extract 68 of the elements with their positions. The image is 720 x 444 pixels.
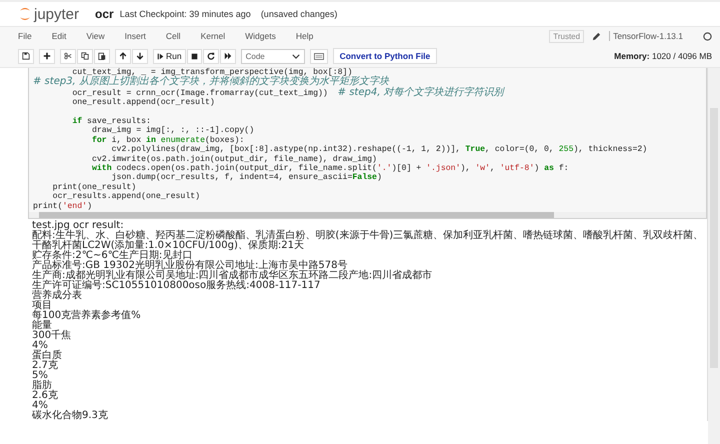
jupyter-logo-icon xyxy=(18,6,32,22)
code-line: ocr_result = crnn_ocr(Image.fromarray(cut_text_img)) # step4, 对每个文字块进行字符识别 xyxy=(71,88,506,98)
code-line: ocr_results.append(one_result) xyxy=(52,192,202,202)
code-line: cv2.polylines(draw_img, [box[:8].astype(np.int32).reshape((-1, 1, 2))], True, color=(0, 0, 255), thickness=2) xyxy=(110,145,648,155)
restart-icon xyxy=(206,52,215,60)
convert-button[interactable]: Convert to Python File xyxy=(332,48,438,64)
output-line: 脂肪 xyxy=(32,381,52,392)
code-line: if save_results: xyxy=(71,117,151,126)
horizontal-scrollbar[interactable] xyxy=(29,212,706,218)
output-line: 碳水化合物9.3克 xyxy=(32,411,109,422)
floppy-icon xyxy=(22,52,30,60)
checkpoint-status: Last Checkpoint: 39 minutes ago xyxy=(120,9,251,19)
paste-button[interactable] xyxy=(94,48,110,64)
output-line: 项目 xyxy=(32,301,52,312)
menu-item[interactable]: Insert xyxy=(124,31,146,41)
code-line: cv2.imwrite(os.path.join(output_dir, file_name), draw_img) xyxy=(90,154,378,164)
cut-button[interactable] xyxy=(60,48,76,64)
run-button[interactable]: Run xyxy=(153,48,186,64)
command-palette-button[interactable] xyxy=(310,48,328,64)
copy-icon xyxy=(81,52,89,60)
menu-item[interactable]: File xyxy=(18,31,32,41)
save-button[interactable] xyxy=(18,48,34,64)
output-line: 2.7克 xyxy=(32,361,59,372)
cell-type-dropdown[interactable]: Code xyxy=(240,48,305,64)
code-line: one_result.append(ocr_result) xyxy=(71,98,216,108)
copy-button[interactable] xyxy=(77,48,93,64)
insert-cell-button[interactable] xyxy=(39,48,55,64)
autosave-status: (unsaved changes) xyxy=(260,9,338,19)
code-line: draw_img = img[:, :, ::-1].copy() xyxy=(90,126,256,136)
stop-icon xyxy=(190,52,198,60)
code-line: cut_text_img, _ = img_transform_perspective(img, box[:8]) # step3, 从原图上切割出各个文字块，并将倾斜的文字块变换为水平矩形文字块 xyxy=(33,68,390,88)
step-forward-icon xyxy=(157,52,164,60)
code-line: json.dump(ocr_results, f, indent=4, ensure_ascii=False) xyxy=(110,173,383,183)
keyboard-icon xyxy=(314,52,324,60)
notebook-name[interactable]: ocr xyxy=(95,7,114,21)
restart-button[interactable] xyxy=(202,48,219,64)
move-up-button[interactable] xyxy=(115,48,131,64)
code-line: for i, box in enumerate(boxes): xyxy=(90,136,246,145)
pencil-icon[interactable] xyxy=(592,32,602,40)
output-line: 2.6克 xyxy=(32,391,59,402)
output-line: 能量 xyxy=(32,321,52,332)
scissors-icon xyxy=(64,52,72,60)
stop-button[interactable] xyxy=(186,48,202,64)
output-line: 营养成分表 xyxy=(32,291,83,302)
clipboard-icon xyxy=(98,52,106,60)
arrow-down-icon xyxy=(136,52,144,60)
code-line: print('end') xyxy=(33,202,93,212)
output-line: 300千焦 xyxy=(32,331,72,342)
code-line: print(one_result) xyxy=(52,182,138,192)
menu-item[interactable]: Edit xyxy=(52,31,66,41)
run-all-button[interactable] xyxy=(220,48,236,64)
code-editor[interactable] xyxy=(28,68,707,220)
page-scrollbar[interactable] xyxy=(708,68,720,444)
menu-item[interactable]: Widgets xyxy=(245,31,276,41)
code-line: with codecs.open(os.path.join(output_dir, file_name.split('.')[0] + '.json'), 'w', 'utf-8') as f: xyxy=(90,164,570,174)
memory-usage: Memory: 1020 / 4096 MB xyxy=(614,51,712,61)
menu-item[interactable]: View xyxy=(86,31,105,41)
menu-item[interactable]: Cell xyxy=(166,31,181,41)
menu-item[interactable]: Kernel xyxy=(200,31,226,41)
arrow-up-icon xyxy=(119,52,127,60)
caret-icon xyxy=(292,54,300,58)
kernel-name[interactable]: TensorFlow-1.13.1 xyxy=(609,31,683,41)
fast-forward-icon xyxy=(224,52,232,60)
output-line: 每100克营养素参考值% xyxy=(32,311,142,322)
move-down-button[interactable] xyxy=(132,48,148,64)
menu-item[interactable]: Help xyxy=(296,31,314,41)
logo-text: jupyter xyxy=(34,6,80,22)
plus-icon xyxy=(43,52,51,60)
